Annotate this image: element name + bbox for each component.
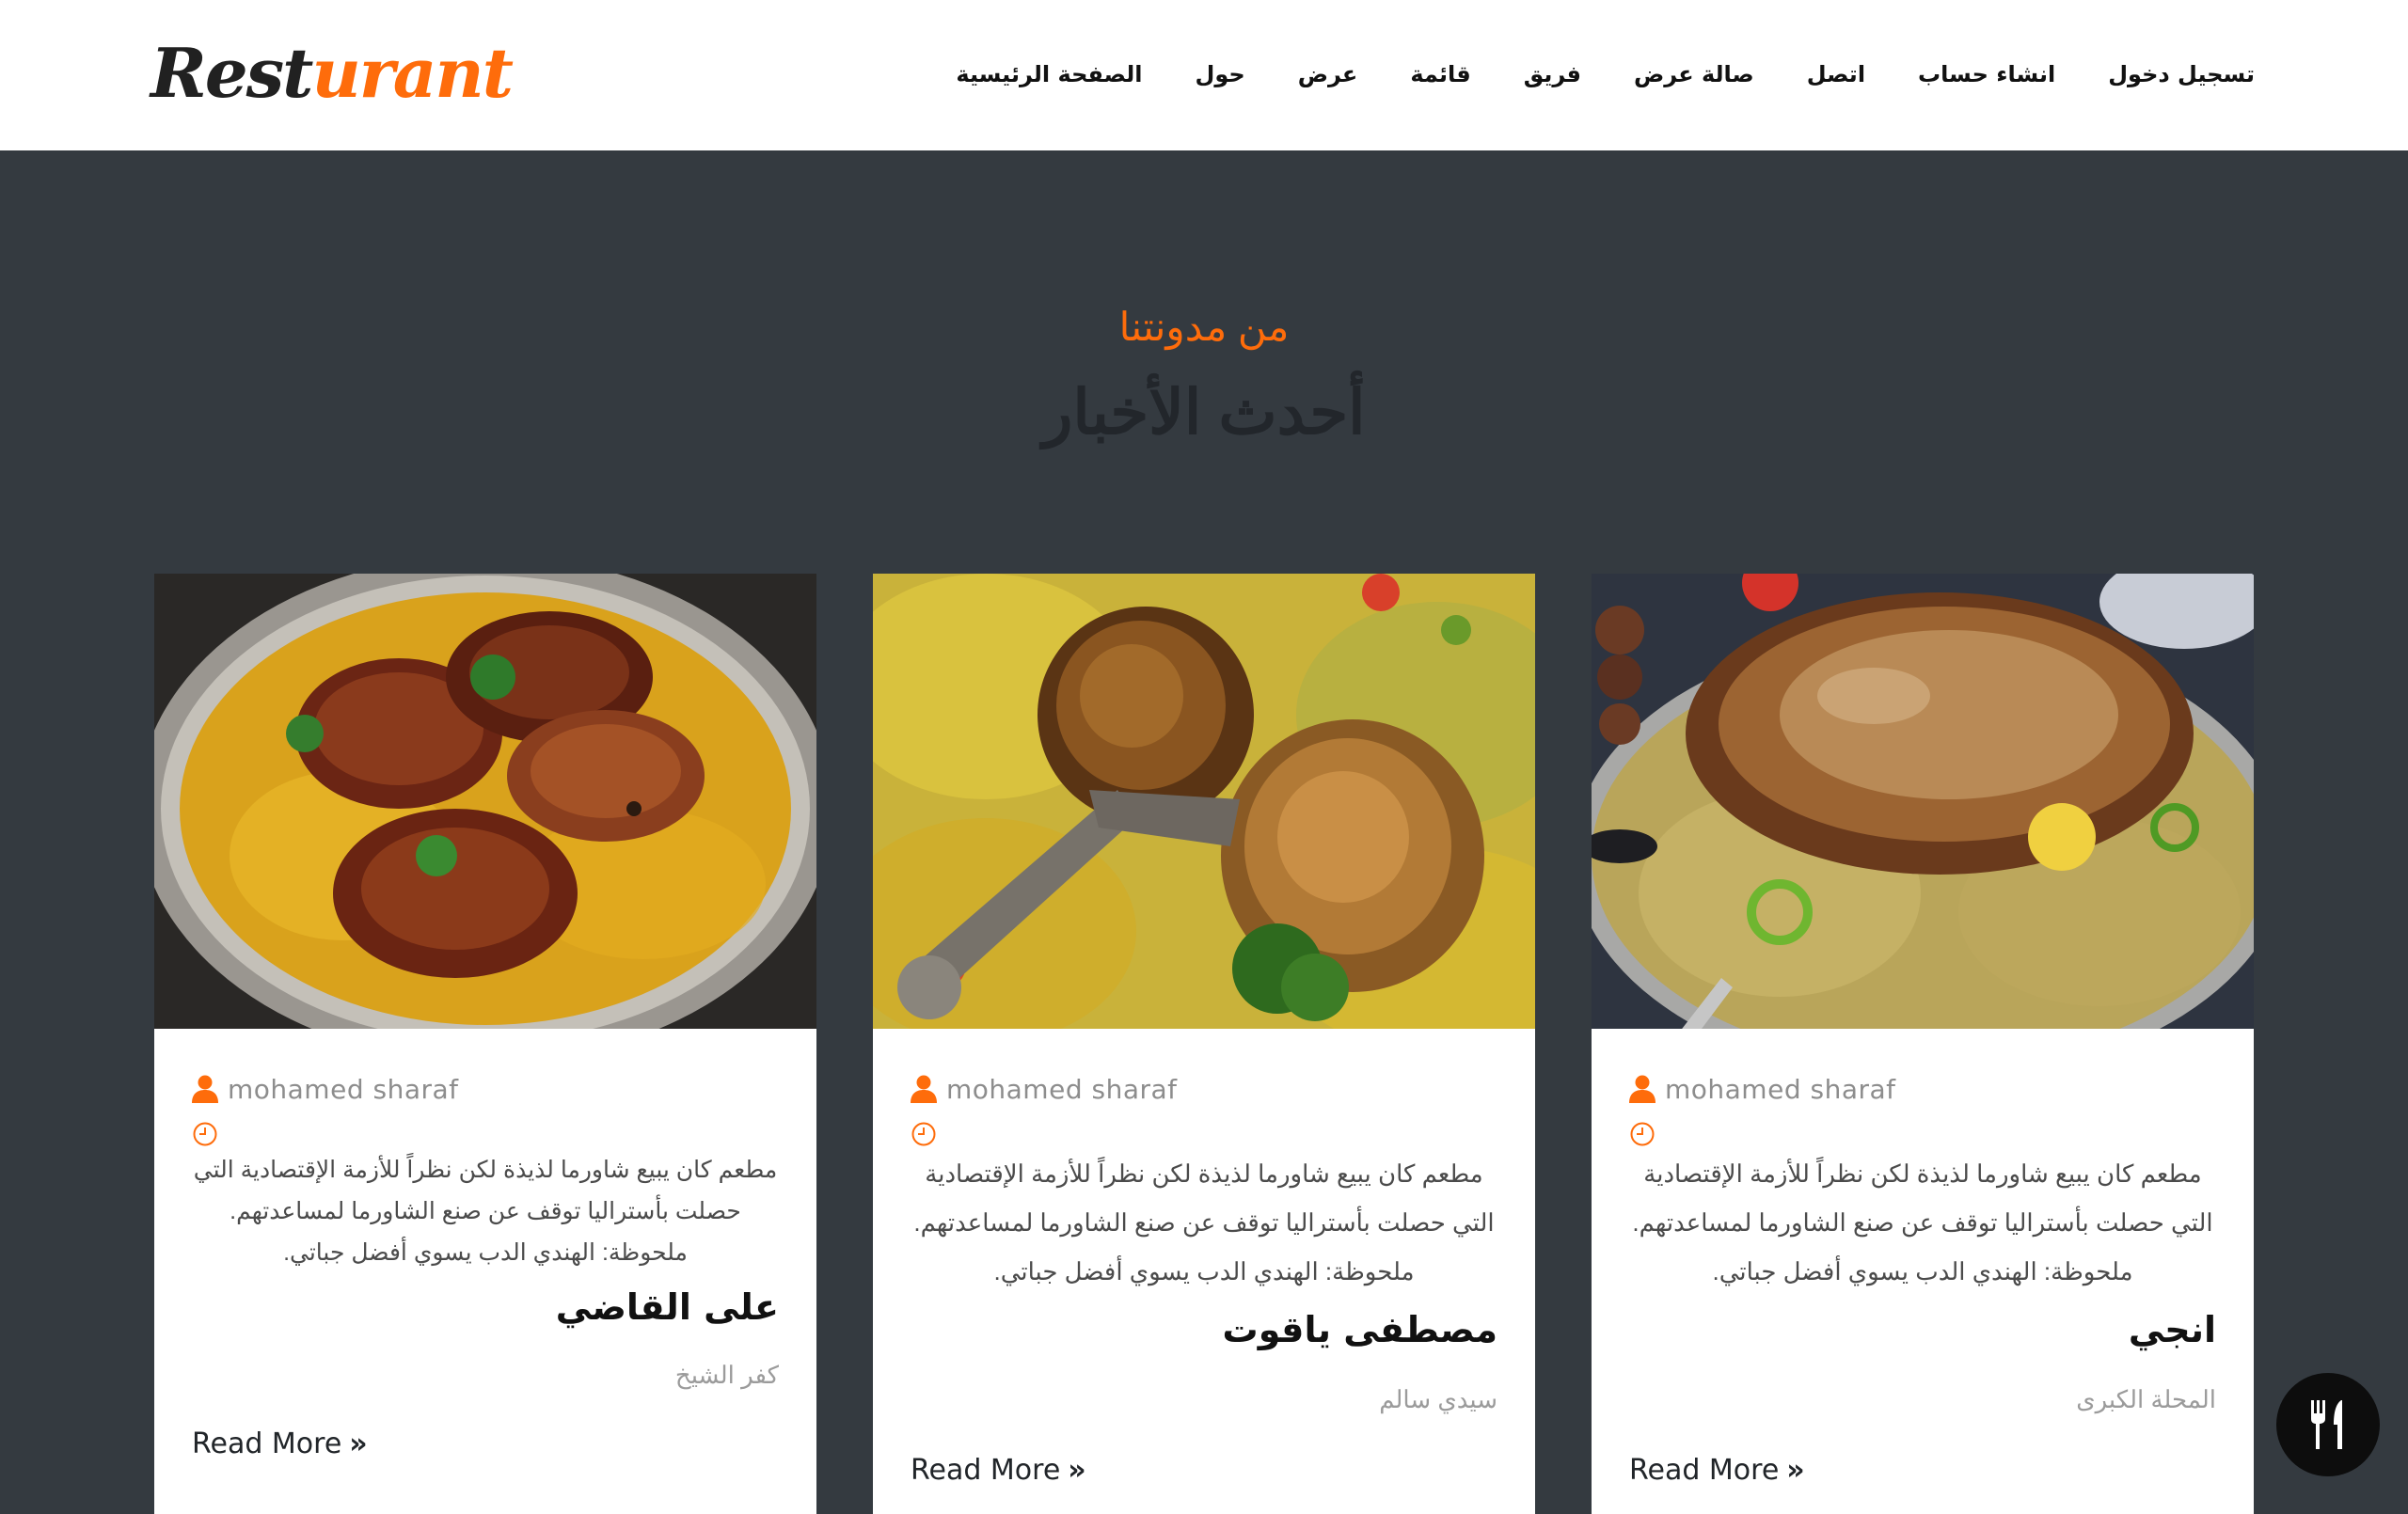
post-author[interactable]: mohamed sharaf: [192, 1070, 459, 1108]
cutlery-icon: [2311, 1400, 2342, 1449]
main-nav: تسجيل دخول انشاء حساب اتصل صالة عرض فريق…: [956, 49, 2255, 100]
nav-link-login[interactable]: تسجيل دخول: [2108, 61, 2255, 87]
post-image[interactable]: [154, 574, 816, 1029]
read-more-link[interactable]: Read More»: [1629, 1450, 2216, 1491]
clock-icon: [1630, 1122, 1655, 1146]
nav-link-showroom[interactable]: صالة عرض: [1634, 61, 1754, 87]
logo-text-accent: urant: [311, 33, 514, 113]
nav-link-offer[interactable]: عرض: [1298, 61, 1358, 87]
nav-link-about[interactable]: حول: [1196, 61, 1245, 87]
post-title-text: انجي: [2128, 1309, 2216, 1350]
user-icon: [911, 1075, 937, 1103]
read-more-label: Read More: [1629, 1454, 1780, 1487]
author-name: mohamed sharaf: [228, 1073, 459, 1105]
nav-link-contact[interactable]: اتصل: [1807, 61, 1865, 87]
floating-menu-button[interactable]: [2276, 1373, 2380, 1476]
clock-icon: [911, 1122, 936, 1146]
nav-link-menu[interactable]: قائمة: [1410, 61, 1470, 87]
post-location-text: سيدي سالم: [1379, 1385, 1497, 1413]
post-location: سيدي سالم: [911, 1380, 1497, 1418]
site-header: Resturant تسجيل دخول انشاء حساب اتصل صال…: [0, 0, 2408, 150]
user-icon: [1629, 1075, 1656, 1103]
blog-card: mohamed sharaf مطعم كان يبيع شاورما لذيذ…: [1592, 574, 2254, 1514]
read-more-link[interactable]: Read More»: [192, 1424, 779, 1465]
read-more-label: Read More: [911, 1454, 1061, 1487]
post-excerpt: مطعم كان يبيع شاورما لذيذة لكن نظراً للأ…: [1632, 1159, 2213, 1285]
post-author[interactable]: mohamed sharaf: [911, 1070, 1178, 1108]
double-chevron-right-icon: »: [1068, 1454, 1086, 1487]
blog-card: mohamed sharaf مطعم كان يبيع شاورما لذيذ…: [873, 574, 1535, 1514]
post-title-text: مصطفى ياقوت: [1222, 1309, 1497, 1350]
post-title[interactable]: مصطفى ياقوت: [911, 1301, 1497, 1358]
post-location: كفر الشيخ: [192, 1356, 779, 1394]
clock-icon: [193, 1122, 217, 1146]
section-title: أحدث الأخبار: [1042, 377, 1366, 447]
post-title-text: على القاضي: [555, 1286, 779, 1328]
blog-card: mohamed sharaf مطعم كان يبيع شاورما لذيذ…: [154, 574, 816, 1514]
brand-logo[interactable]: Resturant: [150, 26, 514, 120]
nav-link-home[interactable]: الصفحة الرئيسية: [956, 61, 1142, 87]
post-excerpt: مطعم كان يبيع شاورما لذيذة لكن نظراً للأ…: [193, 1157, 778, 1266]
post-title[interactable]: انجي: [1629, 1301, 2216, 1358]
section-eyebrow: من مدونتنا: [1118, 305, 1290, 349]
author-name: mohamed sharaf: [1665, 1073, 1896, 1105]
post-location: المحلة الكبرى: [1629, 1380, 2216, 1418]
post-excerpt: مطعم كان يبيع شاورما لذيذة لكن نظراً للأ…: [913, 1159, 1495, 1285]
nav-link-signup[interactable]: انشاء حساب: [1918, 61, 2055, 87]
read-more-label: Read More: [192, 1427, 342, 1460]
double-chevron-right-icon: »: [349, 1427, 368, 1460]
double-chevron-right-icon: »: [1786, 1454, 1805, 1487]
nav-link-team[interactable]: فريق: [1524, 61, 1581, 87]
post-location-text: كفر الشيخ: [674, 1361, 779, 1389]
post-author[interactable]: mohamed sharaf: [1629, 1070, 1896, 1108]
read-more-link[interactable]: Read More»: [911, 1450, 1497, 1491]
author-name: mohamed sharaf: [946, 1073, 1178, 1105]
post-title[interactable]: على القاضي: [192, 1279, 779, 1335]
post-image[interactable]: [1592, 574, 2254, 1029]
post-image[interactable]: [873, 574, 1535, 1029]
post-location-text: المحلة الكبرى: [2076, 1385, 2216, 1413]
logo-text-dark: Rest: [150, 33, 313, 113]
user-icon: [192, 1075, 218, 1103]
